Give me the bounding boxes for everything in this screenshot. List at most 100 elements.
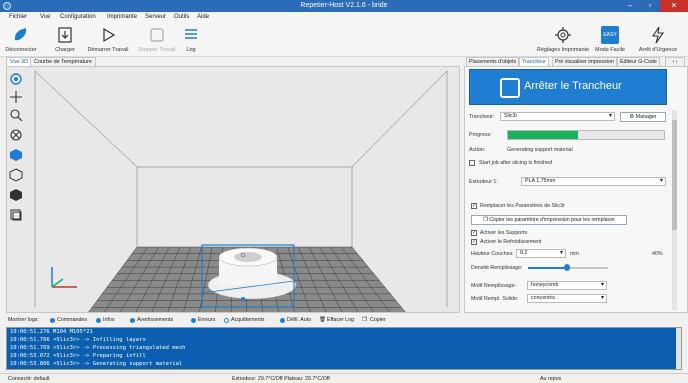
solid-pattern-label: Motif Rempl. Solide: — [471, 296, 519, 302]
printer-settings-button[interactable]: Réglages Imprimante — [535, 22, 591, 57]
tab-temperature-curve[interactable]: Courbe de Température — [30, 57, 96, 66]
emergency-stop-button[interactable]: Arrêt d'Urgence — [631, 22, 685, 57]
disconnect-label: Déconnecter — [5, 47, 37, 53]
slicer-panel-scrollbar[interactable] — [672, 110, 677, 310]
log-line: 19:00:51.769 <Slic3r> -> Processing tria… — [10, 345, 186, 351]
zoom-icon[interactable] — [9, 108, 23, 122]
kill-slicer-button[interactable]: Arrêter le Trancheur — [469, 69, 667, 105]
kill-slicer-label: Arrêter le Trancheur — [524, 80, 622, 92]
menu-file[interactable]: Fichier — [9, 14, 27, 20]
slicer-select[interactable]: Slic3r — [500, 112, 615, 121]
fit-view-icon[interactable] — [9, 128, 23, 142]
errors-filter-icon[interactable] — [191, 318, 196, 323]
menu-printer[interactable]: Imprimante — [107, 14, 137, 20]
commands-filter[interactable]: Commandes — [57, 317, 87, 323]
menu-help[interactable]: Aide — [197, 14, 209, 20]
fill-pattern-select[interactable]: honeycomb — [527, 281, 607, 290]
close-button[interactable]: × — [660, 0, 688, 12]
fill-pattern-label: Motif Remplissage: — [471, 283, 517, 289]
infos-filter-icon[interactable] — [96, 318, 101, 323]
minimize-button[interactable]: – — [620, 0, 640, 12]
copy-log-button[interactable]: Copier — [370, 317, 386, 323]
top-view-icon[interactable] — [9, 188, 23, 202]
log-scrollbar[interactable] — [676, 328, 681, 369]
layer-height-input[interactable]: 0.2 — [516, 249, 566, 258]
load-button[interactable]: Charger — [50, 22, 80, 57]
log-line: 19:00:53.806 <Slic3r> -> Generating supp… — [10, 361, 183, 367]
menu-view[interactable]: Vue — [40, 14, 50, 20]
move-view-icon[interactable] — [9, 90, 23, 104]
tab-object-placement[interactable]: Placements d'objets — [466, 57, 520, 66]
manage-button[interactable]: ⚙ Manager — [620, 112, 666, 122]
manage-label: Manager — [635, 114, 657, 120]
tab-3d-view[interactable]: Vue 3D — [6, 57, 33, 66]
override-label: Remplacer les Paramètres de Slic3r — [480, 203, 565, 209]
start-after-checkbox[interactable] — [469, 160, 475, 166]
override-checkbox[interactable]: ✓ — [471, 203, 477, 209]
layer-height-unit: mm — [570, 251, 579, 257]
menu-bar: Fichier Vue Configuration Imprimante Ser… — [0, 12, 688, 22]
rotate-view-icon[interactable] — [9, 72, 23, 86]
extruder-select[interactable]: PLA 1.75mm — [521, 177, 666, 186]
front-view-icon[interactable] — [9, 168, 23, 182]
copy-settings-button[interactable]: ❐ Copier les paramètre d'impression pour… — [471, 215, 627, 225]
action-value: Generating support material — [507, 147, 573, 153]
log-filter-label: Montrer logs: — [8, 317, 39, 323]
printer-settings-label: Réglages Imprimante — [536, 47, 590, 53]
start-job-label: Démarrer Travail — [87, 47, 129, 53]
errors-filter[interactable]: Erreurs — [198, 317, 215, 323]
play-icon — [103, 27, 116, 43]
acks-filter[interactable]: Acquittements — [231, 317, 265, 323]
action-label: Action: — [469, 147, 486, 153]
progress-label: Progress: — [469, 132, 492, 138]
infill-density-label: Densité Remplissage: — [471, 265, 523, 271]
side-view-icon[interactable] — [9, 208, 23, 222]
supports-checkbox[interactable]: ✓ — [471, 230, 477, 236]
toolbar: Déconnecter Charger Démarrer Travail Sto… — [0, 22, 688, 57]
trash-icon[interactable]: 🗑 — [319, 317, 326, 323]
acks-filter-icon[interactable] — [224, 318, 229, 323]
easy-mode-button[interactable]: EASY Mode Facile — [593, 22, 627, 57]
log-output[interactable]: 19:00:51.276 M104 M105*21 19:00:51.766 <… — [6, 327, 682, 370]
warnings-filter[interactable]: Avertissements — [137, 317, 173, 323]
3d-viewport[interactable] — [6, 66, 460, 313]
infos-filter[interactable]: Infos — [103, 317, 114, 323]
tab-scroll-arrows[interactable]: ‹ › — [665, 57, 685, 66]
log-label: Log — [186, 47, 196, 53]
disconnect-button[interactable]: Déconnecter — [4, 22, 38, 57]
menu-config[interactable]: Configuration — [60, 14, 96, 20]
log-line: 19:00:51.766 <Slic3r> -> Infilling layer… — [10, 337, 146, 343]
commands-filter-icon[interactable] — [50, 318, 55, 323]
print-bed-scene — [34, 70, 448, 312]
lightning-icon — [651, 26, 665, 44]
tab-slicer[interactable]: Trancheur — [519, 57, 549, 66]
copy-log-icon[interactable]: ❐ — [362, 317, 367, 323]
stop-job-button[interactable]: Stopper Travail — [136, 22, 178, 57]
infill-density-knob[interactable] — [564, 264, 570, 271]
tab-gcode-editor[interactable]: Editeur G-Code — [617, 57, 660, 66]
title-bar: Repetier-Host V2.1.6 - bride – ▫ × — [0, 0, 688, 12]
emergency-stop-label: Arrêt d'Urgence — [638, 47, 678, 53]
window-title: Repetier-Host V2.1.6 - bride — [300, 2, 388, 9]
solid-pattern-select[interactable]: concentric — [527, 294, 607, 303]
gear-icon — [555, 27, 571, 43]
clear-log-button[interactable]: Effacer Log — [327, 317, 354, 323]
menu-tools[interactable]: Outils — [174, 14, 189, 20]
log-toolbar: Montrer logs: Commandes Infos Avertissem… — [6, 316, 682, 326]
autoscroll-filter-icon[interactable] — [280, 318, 285, 323]
cooling-checkbox[interactable]: ✓ — [471, 239, 477, 245]
log-button[interactable]: Log — [180, 22, 202, 57]
autoscroll-filter[interactable]: Défil. Auto — [287, 317, 311, 323]
easy-mode-label: Mode Facile — [595, 47, 625, 53]
start-job-button[interactable]: Démarrer Travail — [86, 22, 130, 57]
stop-icon — [150, 28, 164, 42]
stop-job-label: Stopper Travail — [138, 47, 176, 53]
isometric-view-icon[interactable] — [9, 148, 23, 162]
slider-rest — [568, 267, 608, 269]
menu-server[interactable]: Serveur — [145, 14, 166, 20]
maximize-button[interactable]: ▫ — [640, 0, 660, 12]
scrollbar-thumb[interactable] — [672, 120, 677, 230]
warnings-filter-icon[interactable] — [130, 318, 135, 323]
tab-print-preview[interactable]: Pré visualiser impression — [552, 57, 617, 66]
stop-square-icon — [500, 78, 520, 98]
